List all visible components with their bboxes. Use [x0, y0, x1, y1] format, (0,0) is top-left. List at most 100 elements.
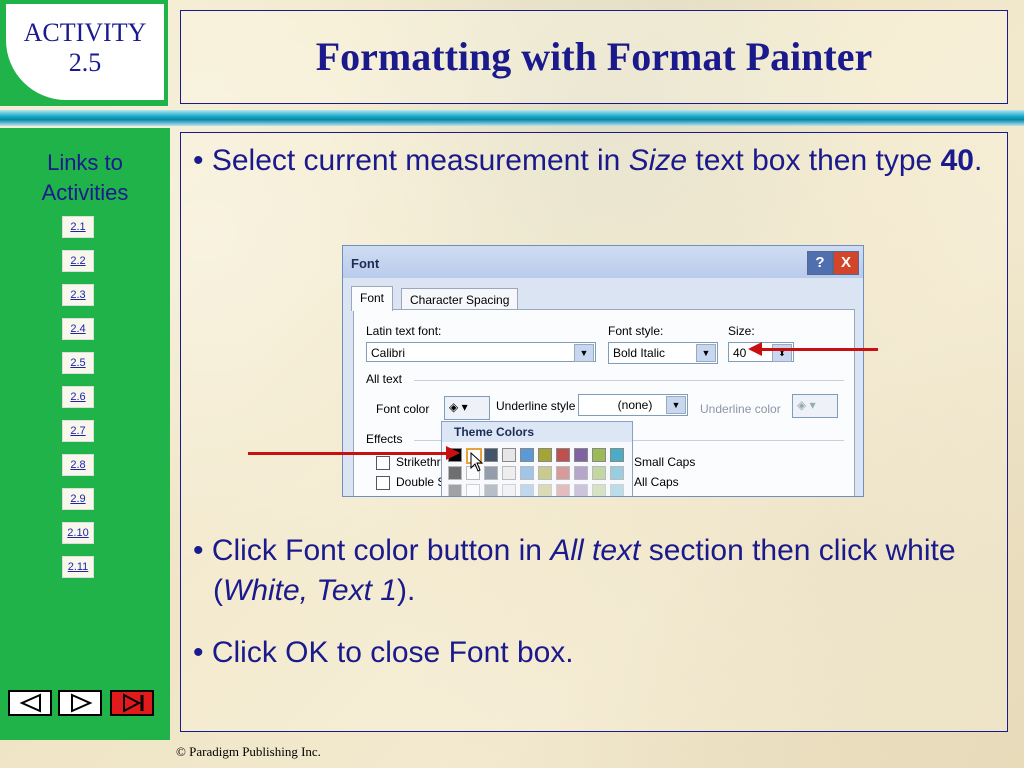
link-activity-2-10[interactable]: 2.10 [62, 522, 94, 544]
tint-color-swatch[interactable] [484, 466, 498, 480]
section-separator [414, 380, 844, 381]
skip-to-end-icon [123, 693, 144, 713]
link-activity-2-4[interactable]: 2.4 [62, 318, 94, 340]
theme-color-swatch[interactable] [574, 448, 588, 462]
sidebar-title-line1: Links to [47, 150, 123, 175]
tint-color-swatch[interactable] [610, 466, 624, 480]
effects-label: Effects [366, 432, 403, 446]
tint-color-swatch[interactable] [448, 484, 462, 496]
underline-style-field[interactable]: (none) ▼ [578, 394, 688, 416]
strikethrough-checkbox[interactable] [376, 456, 390, 470]
bullet-1-text-a: Select current measurement in [211, 144, 629, 177]
underline-style-value: (none) [617, 398, 653, 412]
font-style-label: Font style: [608, 324, 664, 338]
triangle-right-icon [71, 693, 93, 713]
tint-color-swatch[interactable] [592, 484, 606, 496]
double-strikethrough-label: Double S [396, 475, 446, 489]
slide-title: Formatting with Format Painter [315, 34, 873, 79]
help-button[interactable]: ? [807, 251, 833, 275]
sidebar: Links to Activities 2.1 2.2 2.3 2.4 2.5 … [0, 128, 170, 740]
latin-font-label: Latin text font: [366, 324, 442, 338]
bullet-dot: • [193, 534, 212, 567]
tint-color-swatch[interactable] [538, 466, 552, 480]
double-strikethrough-checkbox[interactable] [376, 476, 390, 490]
bullet-2-text-a: Click Font color button in [211, 534, 551, 567]
arrowhead-right-icon [446, 446, 460, 460]
theme-color-swatch[interactable] [484, 448, 498, 462]
theme-color-swatch[interactable] [610, 448, 624, 462]
arrowhead-left-icon [748, 342, 762, 356]
back-button[interactable] [8, 690, 52, 716]
theme-color-swatch[interactable] [520, 448, 534, 462]
link-activity-2-11[interactable]: 2.11 [62, 556, 94, 578]
font-style-value: Bold Italic [613, 346, 666, 360]
link-activity-2-9[interactable]: 2.9 [62, 488, 94, 510]
white-swatch-pointer-arrow [248, 452, 448, 455]
font-dialog: Font ? X Font Character Spacing Latin te… [342, 245, 864, 497]
bullet-3: • Click OK to close Font box. [193, 633, 1013, 673]
tint-color-swatch[interactable] [592, 466, 606, 480]
tint-color-swatch[interactable] [520, 484, 534, 496]
dialog-title: Font [351, 256, 380, 271]
font-color-label: Font color [376, 402, 430, 416]
tint-color-swatch[interactable] [502, 484, 516, 496]
bullet-2: • Click Font color button in All text se… [193, 531, 1013, 611]
bullet-1-text-b: text box then type [687, 144, 941, 177]
font-style-field[interactable]: Bold Italic ▼ [608, 342, 718, 364]
mouse-cursor-icon [470, 452, 484, 472]
link-activity-2-7[interactable]: 2.7 [62, 420, 94, 442]
end-button[interactable] [110, 690, 154, 716]
bullet-2-text-c: ). [396, 574, 416, 607]
latin-font-field[interactable]: Calibri ▼ [366, 342, 596, 362]
size-pointer-arrow [760, 348, 878, 351]
tint-color-swatch[interactable] [538, 484, 552, 496]
tint-color-swatch[interactable] [502, 466, 516, 480]
header-divider [0, 110, 1024, 126]
theme-color-palette: Theme Colors [441, 421, 633, 496]
theme-color-swatch[interactable] [592, 448, 606, 462]
chevron-down-icon[interactable]: ▼ [696, 344, 716, 362]
chevron-down-icon[interactable]: ▼ [574, 344, 594, 362]
tint-color-swatch[interactable] [574, 484, 588, 496]
tint-color-swatch[interactable] [610, 484, 624, 496]
font-color-button[interactable]: ◈ ▾ [444, 396, 490, 420]
tab-font[interactable]: Font [351, 286, 394, 311]
tint-color-swatch[interactable] [466, 484, 480, 496]
bullet-dot: • [193, 144, 212, 177]
link-activity-2-3[interactable]: 2.3 [62, 284, 94, 306]
link-activity-2-6[interactable]: 2.6 [62, 386, 94, 408]
bullet-3-text: Click OK to close Font box. [211, 636, 574, 669]
bullet-1-bold: 40 [940, 144, 974, 177]
link-activity-2-1[interactable]: 2.1 [62, 216, 94, 238]
strikethrough-label: Strikethr [396, 455, 441, 469]
theme-color-swatch[interactable] [538, 448, 552, 462]
paint-bucket-icon: ◈ ▾ [449, 400, 468, 414]
link-activity-2-5[interactable]: 2.5 [62, 352, 94, 374]
spinner-icon[interactable]: ⬍ [772, 344, 792, 362]
underline-color-label: Underline color [700, 402, 781, 416]
tint-color-swatch[interactable] [520, 466, 534, 480]
chevron-down-icon[interactable]: ▼ [666, 396, 686, 414]
theme-color-swatch[interactable] [502, 448, 516, 462]
activity-label: ACTIVITY 2.5 [6, 18, 164, 78]
forward-button[interactable] [58, 690, 102, 716]
title-box: Formatting with Format Painter [180, 10, 1008, 104]
link-activity-2-8[interactable]: 2.8 [62, 454, 94, 476]
activity-number: 2.5 [68, 48, 102, 77]
bullet-1-italic: Size [628, 144, 688, 177]
tint-color-swatch[interactable] [556, 484, 570, 496]
underline-color-button[interactable]: ◈ ▾ [792, 394, 838, 418]
theme-color-swatch[interactable] [556, 448, 570, 462]
footer-copyright: © Paradigm Publishing Inc. [176, 744, 321, 759]
tint-color-swatch[interactable] [574, 466, 588, 480]
tint-color-swatch[interactable] [556, 466, 570, 480]
tint-color-swatch[interactable] [448, 466, 462, 480]
tint-color-swatch[interactable] [484, 484, 498, 496]
activity-badge: ACTIVITY 2.5 [0, 0, 168, 106]
activity-text: ACTIVITY [23, 18, 147, 47]
underline-style-label: Underline style [496, 399, 576, 413]
small-caps-label: Small Caps [634, 455, 696, 469]
link-activity-2-2[interactable]: 2.2 [62, 250, 94, 272]
close-button[interactable]: X [833, 251, 859, 275]
bullet-1: • Select current measurement in Size tex… [193, 141, 1013, 181]
